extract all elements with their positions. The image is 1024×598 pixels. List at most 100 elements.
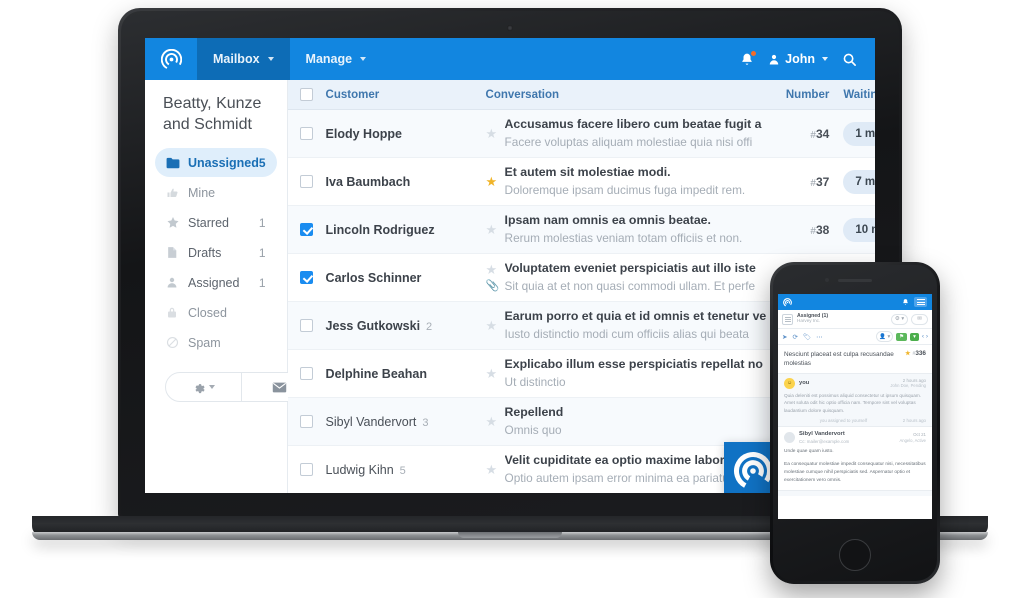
- iphone-camera-icon: [825, 278, 829, 282]
- notifications-button[interactable]: [740, 49, 758, 67]
- mobile-folder-info[interactable]: Assigned (1) Harvey Inc.: [797, 313, 828, 324]
- tag-icon[interactable]: 🏷: [803, 333, 811, 341]
- mobile-message-body-1: Unde quae quam iusto.: [784, 449, 834, 455]
- app-body: Beatty, Kunze and Schmidt Unassigned 5 M…: [145, 80, 875, 493]
- row-checkbox-cell[interactable]: [288, 127, 326, 140]
- table-row[interactable]: Iva Baumbach ★ Et autem sit molestiae mo…: [287, 158, 875, 206]
- row-conversation: ★ Explicabo illum esse perspiciatis repe…: [486, 356, 782, 391]
- column-header-conversation[interactable]: Conversation: [486, 89, 782, 101]
- row-checkbox[interactable]: [300, 271, 314, 284]
- refresh-icon[interactable]: ⟳: [792, 333, 797, 341]
- attachment-icon: 📎: [485, 279, 500, 292]
- row-checkbox-cell[interactable]: [288, 319, 326, 332]
- status-caret-icon[interactable]: ▾: [910, 332, 919, 341]
- assignee-user-icon[interactable]: 👤 ▾: [876, 331, 894, 342]
- select-all-checkbox[interactable]: [300, 88, 314, 101]
- row-subject: Et autem sit molestiae modi.: [504, 165, 671, 180]
- row-customer-name: Iva Baumbach: [325, 174, 411, 189]
- row-checkbox-cell[interactable]: [288, 175, 326, 188]
- row-checkbox-cell[interactable]: [288, 271, 326, 284]
- column-header-waiting-since[interactable]: Waiting Since: [829, 89, 875, 101]
- mobile-message-author: you: [799, 380, 810, 387]
- status-flag-icon[interactable]: ⚑: [896, 332, 908, 341]
- row-subject: Accusamus facere libero cum beatae fugit…: [504, 117, 762, 132]
- sidebar-item-spam[interactable]: Spam: [155, 328, 277, 357]
- chevron-down-icon: [360, 57, 367, 61]
- brand-logo[interactable]: [145, 38, 197, 80]
- prev-next-icon[interactable]: ‹ ›: [922, 333, 928, 340]
- row-checkbox-cell[interactable]: [288, 367, 326, 380]
- mobile-message-author: Sibyl Vandervort: [799, 431, 845, 438]
- row-checkbox[interactable]: [300, 367, 314, 380]
- sidebar-item-drafts[interactable]: Drafts 1: [155, 238, 277, 267]
- star-icon: [166, 216, 184, 229]
- star-icon[interactable]: ★: [905, 351, 910, 357]
- mobile-folder-bar: Assigned (1) Harvey Inc. ⚙ ▾ ✉: [778, 310, 932, 329]
- folder-list-icon[interactable]: [782, 313, 793, 325]
- star-icon[interactable]: ★: [486, 367, 498, 380]
- ellipsis-icon[interactable]: ⋯: [816, 333, 823, 341]
- star-icon[interactable]: ★: [486, 463, 498, 476]
- table-row[interactable]: Lincoln Rodriguez ★ Ipsam nam omnis ea o…: [287, 206, 875, 254]
- star-icon[interactable]: ★: [486, 263, 498, 276]
- mobile-message-meta: Oct 21 Angelo, Active: [899, 432, 926, 443]
- mailbox-settings-button[interactable]: [166, 373, 241, 401]
- sidebar-item-closed[interactable]: Closed: [155, 298, 277, 327]
- mobile-conversation-subject: Nesciunt placeat est culpa recusandae mo…: [778, 345, 932, 373]
- macbook-screen: Mailbox Manage John Beatty, Kunze and Sc…: [145, 38, 875, 493]
- freescout-logo-icon[interactable]: [783, 297, 792, 307]
- row-checkbox[interactable]: [300, 415, 314, 428]
- mobile-subject-number-value: 336: [915, 350, 926, 357]
- row-checkbox-cell[interactable]: [288, 223, 326, 236]
- hamburger-icon[interactable]: [914, 297, 927, 307]
- mobile-thread: ☺ you 2 hours ago John Doe, Pending Quia…: [778, 372, 932, 496]
- select-all-cell[interactable]: [288, 88, 326, 101]
- star-icon[interactable]: ★: [486, 127, 498, 140]
- mobile-toolbar-right: 👤 ▾ ⚑ ▾ ‹ ›: [876, 331, 928, 342]
- user-menu-button[interactable]: John: [768, 52, 828, 66]
- row-checkbox-cell[interactable]: [288, 463, 326, 476]
- row-subject: Ipsam nam omnis ea omnis beatae.: [504, 213, 711, 228]
- bell-icon[interactable]: [902, 298, 909, 306]
- row-checkbox[interactable]: [300, 319, 314, 332]
- waiting-pill: 1 min ago: [843, 121, 875, 146]
- row-checkbox[interactable]: [300, 175, 314, 188]
- nav-item-mailbox[interactable]: Mailbox: [197, 38, 290, 80]
- envelope-icon[interactable]: ✉: [911, 313, 928, 325]
- star-icon[interactable]: ★: [486, 415, 498, 428]
- gear-icon[interactable]: ⚙ ▾: [891, 313, 908, 325]
- row-conversation: ★ Accusamus facere libero cum beatae fug…: [486, 116, 782, 151]
- row-subject: Voluptatem eveniet perspiciatis aut illo…: [504, 261, 756, 276]
- mobile-message-header: ☺ you 2 hours ago John Doe, Pending: [784, 377, 926, 389]
- row-checkbox[interactable]: [300, 127, 314, 140]
- nav-item-manage[interactable]: Manage: [290, 38, 383, 80]
- mobile-message-card[interactable]: Sibyl Vandervort Cc: mailer@example.com …: [778, 426, 932, 491]
- sidebar-item-mine[interactable]: Mine: [155, 178, 277, 207]
- row-checkbox[interactable]: [300, 463, 314, 476]
- sidebar-item-starred-label: Starred: [188, 215, 229, 230]
- iphone-home-button[interactable]: [839, 539, 871, 571]
- reply-icon[interactable]: ➤: [782, 333, 787, 341]
- column-header-number[interactable]: Number: [781, 89, 829, 101]
- row-customer: Carlos Schinner: [326, 271, 486, 285]
- sidebar-item-assigned[interactable]: Assigned 1: [155, 268, 277, 297]
- table-row[interactable]: Elody Hoppe ★ Accusamus facere libero cu…: [287, 110, 875, 158]
- sidebar-item-starred[interactable]: Starred 1: [155, 208, 277, 237]
- mobile-message-meta: 2 hours ago John Doe, Pending: [890, 378, 926, 389]
- row-conversation: ★ Earum porro et quia et id omnis et ten…: [486, 308, 782, 343]
- mobile-divider-time: 2 hours ago: [902, 418, 926, 424]
- star-icon[interactable]: ★: [486, 175, 498, 188]
- column-header-customer[interactable]: Customer: [326, 89, 486, 101]
- row-checkbox-cell[interactable]: [288, 415, 326, 428]
- row-checkbox[interactable]: [300, 223, 314, 236]
- gear-icon: [195, 383, 205, 393]
- row-preview: Iusto distinctio modi cum officiis alias…: [504, 326, 749, 341]
- star-icon[interactable]: ★: [486, 319, 498, 332]
- row-customer: Lincoln Rodriguez: [326, 223, 486, 237]
- mobile-divider-text: you assigned to yourself: [819, 418, 868, 424]
- star-icon[interactable]: ★: [486, 223, 498, 236]
- search-button[interactable]: [842, 52, 857, 67]
- mobile-subject-text: Nesciunt placeat est culpa recusandae mo…: [784, 351, 894, 368]
- sidebar-item-unassigned[interactable]: Unassigned 5: [155, 148, 277, 178]
- sidebar: Beatty, Kunze and Schmidt Unassigned 5 M…: [145, 80, 317, 493]
